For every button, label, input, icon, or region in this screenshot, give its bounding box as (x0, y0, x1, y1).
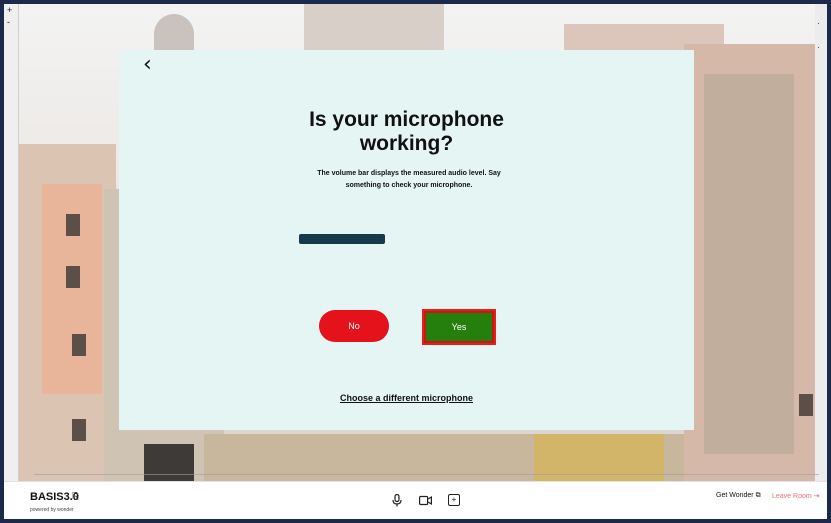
audio-level-meter (299, 234, 499, 244)
camera-toggle[interactable] (417, 492, 433, 508)
zoom-controls: + - (4, 4, 19, 481)
leave-room-button[interactable]: Leave Room ⇥ (772, 492, 820, 500)
camera-icon (418, 495, 432, 505)
microphone-check-dialog: ‹ Is your microphone working? The volume… (119, 50, 694, 430)
back-button[interactable]: ‹ (143, 52, 152, 77)
chevron-left-icon: ‹ (143, 52, 152, 77)
exit-icon: ⇥ (813, 493, 820, 500)
no-button[interactable]: No (319, 310, 389, 342)
title-line: Is your microphone (309, 108, 504, 131)
copy-icon[interactable]: ⎘ (72, 491, 79, 502)
app-frame: + - · · ‹ Is your microphone working? Th… (4, 4, 827, 519)
audio-level-fill (299, 234, 385, 244)
microphone-toggle[interactable] (389, 492, 405, 508)
edge-mark: · (817, 42, 820, 52)
screen-share-button[interactable]: + (446, 492, 462, 508)
dialog-title: Is your microphone working? (119, 108, 694, 156)
bottom-toolbar: BASIS3.0 ⎘ powered by wonder + Get Wonde… (4, 481, 827, 519)
dialog-description: The volume bar displays the measured aud… (317, 170, 501, 189)
window (799, 394, 813, 416)
window (66, 266, 80, 288)
get-wonder-button[interactable]: Get Wonder ⧉ (716, 492, 761, 500)
window (66, 214, 80, 236)
microphone-icon (392, 493, 402, 506)
get-wonder-label: Get Wonder (716, 492, 754, 499)
right-edge: · · (815, 4, 827, 481)
window (72, 334, 86, 356)
zoom-in-button[interactable]: + (4, 4, 18, 16)
tree (704, 74, 794, 454)
people (144, 444, 194, 481)
zoom-out-button[interactable]: - (4, 16, 18, 28)
edge-mark: · (817, 18, 820, 28)
divider (34, 474, 819, 475)
yes-button[interactable]: Yes (426, 313, 492, 341)
choose-microphone-link[interactable]: Choose a different microphone (119, 393, 694, 403)
screen-share-icon: + (448, 494, 460, 506)
title-line: working? (359, 132, 454, 155)
powered-by-label: powered by wonder (30, 507, 74, 513)
leave-room-label: Leave Room (772, 493, 812, 500)
external-link-icon: ⧉ (755, 492, 761, 499)
window (72, 419, 86, 441)
